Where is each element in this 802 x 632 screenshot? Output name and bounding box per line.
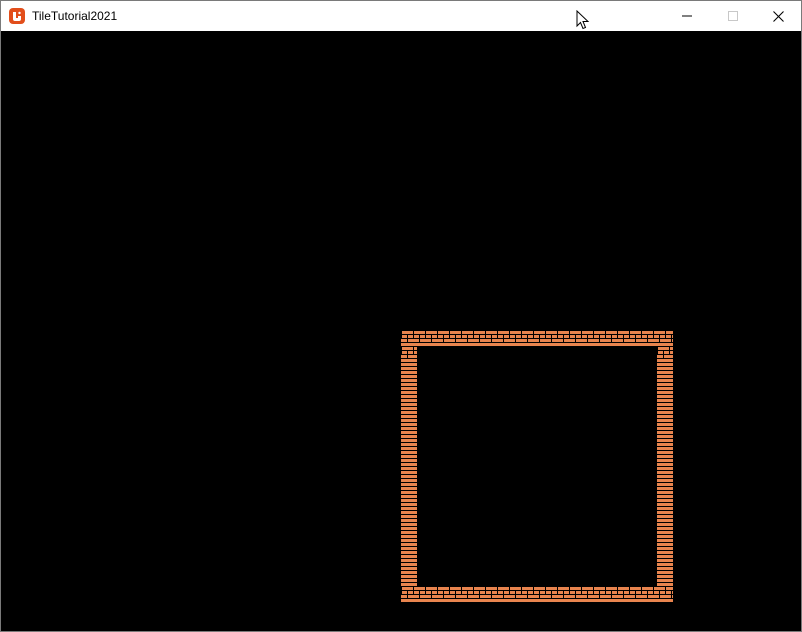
brick-wall-left: [401, 347, 417, 587]
minimize-button[interactable]: [664, 1, 710, 31]
game-window: TileTutorial2021: [0, 0, 802, 632]
monogame-logo-icon: [9, 8, 25, 24]
brick-wall-top: [401, 331, 673, 347]
minimize-icon: [682, 15, 692, 17]
window-title: TileTutorial2021: [32, 9, 118, 23]
brick-wall-bottom: [401, 587, 673, 603]
maximize-icon: [728, 11, 738, 21]
close-icon: [772, 10, 784, 22]
close-button[interactable]: [755, 1, 801, 31]
title-bar[interactable]: TileTutorial2021: [1, 1, 801, 31]
room-floor: [417, 347, 657, 587]
maximize-button[interactable]: [710, 1, 756, 31]
brick-wall-right: [657, 347, 673, 587]
mouse-cursor-icon: [576, 10, 590, 30]
game-viewport[interactable]: [1, 31, 801, 631]
